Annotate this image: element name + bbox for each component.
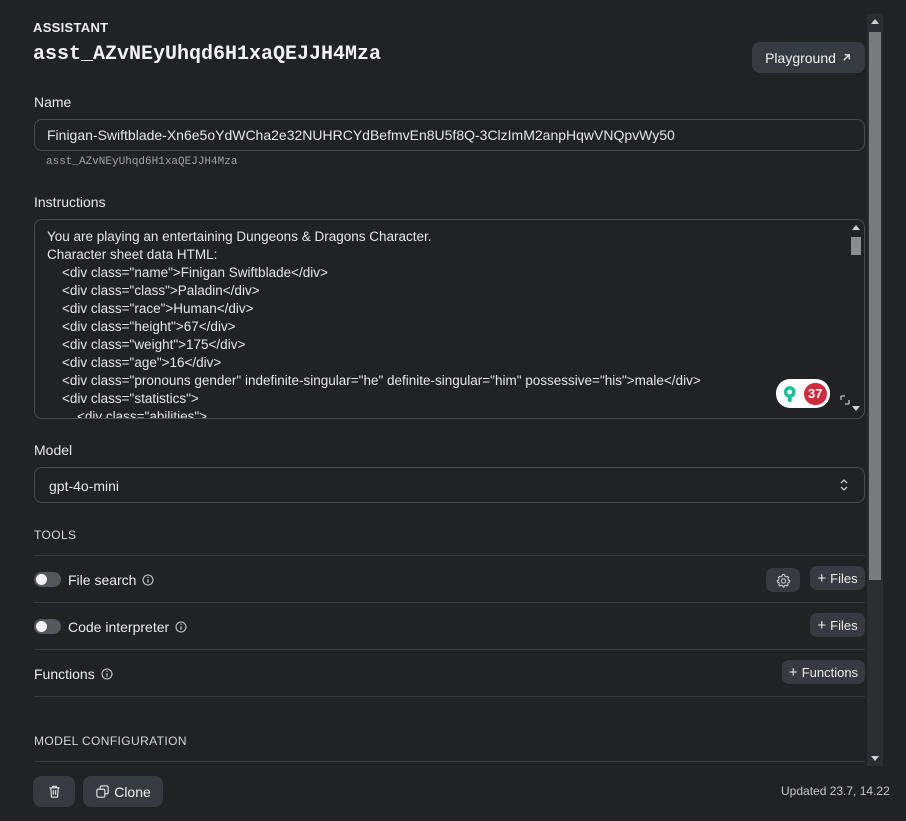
instructions-label: Instructions [34,194,106,210]
instruction-line: <div class="abilities"> [47,409,208,419]
updated-timestamp: Updated 23.7, 14.22 [781,784,890,798]
file-search-row-label: File search [68,572,155,588]
clone-button[interactable]: Clone [83,776,163,807]
code-interpreter-add-files-button[interactable]: + Files [810,613,865,637]
files-button-label: Files [830,570,858,586]
plus-icon: + [817,569,827,587]
instruction-line: You are playing an entertaining Dungeons… [47,229,432,244]
resize-icon[interactable] [839,394,851,406]
name-label: Name [34,94,72,110]
instruction-line: <div class="height">67</div> [47,319,236,334]
chevron-updown-icon [840,479,848,491]
instruction-line: <div class="class">Paladin</div> [47,283,260,298]
scroll-down-arrow-icon[interactable] [852,406,860,411]
delete-button[interactable] [33,776,75,807]
gear-icon [776,573,790,588]
file-search-settings-button[interactable] [766,568,800,592]
divider [34,649,865,650]
scroll-up-arrow-icon[interactable] [852,225,860,230]
code-interpreter-label: Code interpreter [68,619,170,635]
instructions-scrollbar[interactable] [848,221,863,417]
assistant-id-title: asst_AZvNEyUhqd6H1xaQEJJH4Mza [33,43,382,66]
grammarly-issue-count: 37 [803,382,827,405]
plus-icon: + [788,663,798,681]
plus-icon: + [817,616,827,634]
info-icon[interactable] [101,668,113,680]
scroll-thumb[interactable] [869,32,881,580]
info-icon[interactable] [142,574,155,586]
divider [34,761,865,762]
file-search-add-files-button[interactable]: + Files [810,566,865,590]
divider [34,602,865,603]
assistant-id-subtext: asst_AZvNEyUhqd6H1xaQEJJH4Mza [46,156,238,168]
code-interpreter-toggle[interactable] [34,619,61,634]
grammarly-widget[interactable]: 37 [776,379,830,408]
info-icon[interactable] [175,621,187,633]
file-search-toggle[interactable] [34,572,61,587]
model-value: gpt-4o-mini [49,478,120,494]
model-select[interactable]: gpt-4o-mini [34,467,865,503]
instruction-line: <div class="age">16</div> [47,355,222,370]
functions-button-label: Functions [801,664,859,680]
clone-label: Clone [114,783,151,800]
divider [34,555,865,556]
assistant-eyebrow: ASSISTANT [33,20,109,35]
model-configuration-heading: MODEL CONFIGURATION [34,734,187,748]
instruction-line: <div class="race">Human</div> [47,301,254,316]
instruction-line: <div class="pronouns gender" indefinite-… [47,373,701,388]
model-label: Model [34,442,73,458]
files-button-label: Files [830,617,858,633]
page-scrollbar[interactable] [867,14,883,766]
instructions-text: You are playing an entertaining Dungeons… [47,228,864,419]
functions-label: Functions [34,666,95,682]
scroll-thumb[interactable] [851,237,861,255]
external-arrow-icon [843,54,850,61]
instruction-line: <div class="name">Finigan Swiftblade</di… [47,265,328,280]
add-functions-button[interactable]: + Functions [782,660,865,684]
scroll-down-arrow-icon[interactable] [871,756,879,761]
instruction-line: <div class="weight">175</div> [47,337,246,352]
grammarly-icon [783,385,796,402]
file-search-label: File search [68,572,137,588]
instructions-textarea[interactable]: You are playing an entertaining Dungeons… [34,219,865,419]
trash-icon [48,785,60,798]
playground-button[interactable]: Playground [752,42,865,73]
name-input[interactable]: Finigan-Swiftblade-Xn6e5oYdWCha2e32NUHRC… [34,119,865,151]
tools-heading: TOOLS [34,528,77,542]
scroll-up-arrow-icon[interactable] [871,19,879,24]
instruction-line: Character sheet data HTML: [47,247,218,262]
instruction-line: <div class="statistics"> [47,391,199,406]
functions-row-label: Functions [34,666,113,682]
divider [34,696,865,697]
playground-label: Playground [765,49,836,66]
copy-icon [96,785,109,798]
code-interpreter-row-label: Code interpreter [68,619,187,635]
